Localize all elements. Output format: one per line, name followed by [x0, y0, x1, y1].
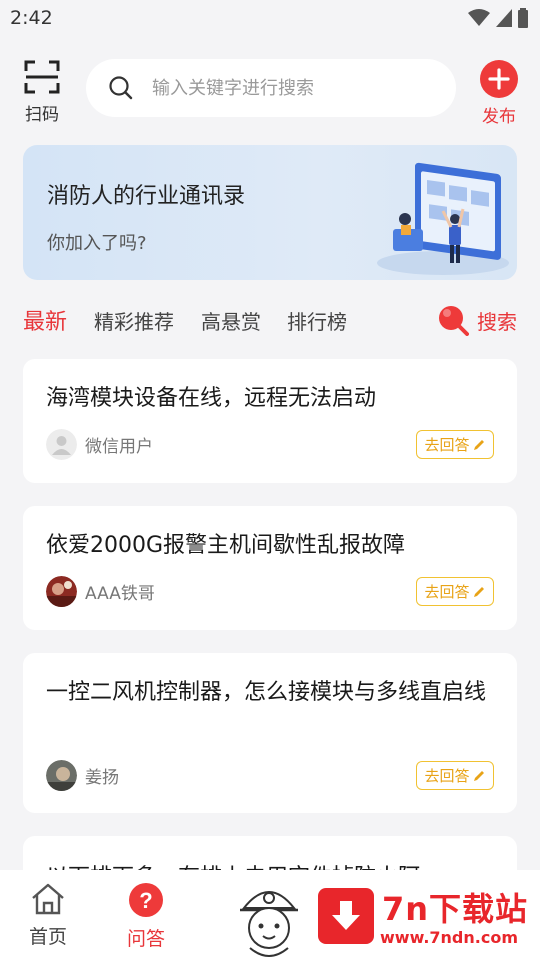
tab-high-reward[interactable]: 高悬赏: [201, 306, 261, 335]
question-author: AAA铁哥: [46, 576, 155, 607]
banner-illustration: [377, 162, 509, 275]
user-name: 微信用户: [85, 437, 153, 457]
nav-item-qa[interactable]: ? 问答: [116, 882, 176, 951]
pencil-icon: [473, 770, 484, 781]
status-time: 2:42: [10, 7, 53, 29]
scan-label: 扫码: [25, 105, 59, 125]
search-icon: [439, 306, 469, 336]
tab-search-label: 搜索: [477, 309, 517, 334]
question-card[interactable]: 海湾模块设备在线，远程无法启动 微信用户 去回答: [23, 359, 517, 483]
answer-button[interactable]: 去回答: [416, 577, 494, 606]
question-icon: ?: [129, 883, 163, 917]
scan-button[interactable]: 扫码: [20, 60, 64, 125]
answer-label: 去回答: [424, 767, 470, 785]
download-icon: [318, 888, 374, 944]
user-name: AAA铁哥: [85, 584, 155, 604]
watermark: 7n下载站 www.7ndn.com: [306, 878, 534, 954]
plus-icon: [480, 60, 518, 98]
header: 扫码 发布: [0, 52, 540, 127]
promo-banner[interactable]: 消防人的行业通讯录 你加入了吗?: [23, 145, 517, 280]
nav-item-home[interactable]: 首页: [18, 882, 78, 949]
home-icon: [32, 883, 64, 915]
avatar: [46, 576, 77, 607]
banner-title: 消防人的行业通讯录: [47, 184, 246, 209]
search-bar[interactable]: [86, 59, 456, 117]
question-author: 微信用户: [46, 429, 153, 460]
tab-search-button[interactable]: 搜索: [437, 304, 517, 336]
answer-label: 去回答: [424, 436, 470, 454]
nav-label-home: 首页: [28, 926, 67, 948]
answer-label: 去回答: [424, 583, 470, 601]
status-icons: [468, 8, 528, 28]
answer-button[interactable]: 去回答: [416, 761, 494, 790]
question-author: 姜扬: [46, 760, 119, 791]
user-name: 姜扬: [85, 768, 119, 788]
publish-button[interactable]: 发布: [478, 60, 520, 127]
wifi-icon: [468, 9, 490, 26]
question-card[interactable]: 依爱2000G报警主机间歇性乱报故障 AAA铁哥 去回答: [23, 506, 517, 630]
category-tabs: 最新 精彩推荐 高悬赏 排行榜 搜索: [23, 302, 517, 340]
watermark-url: www.7ndn.com: [380, 928, 518, 947]
signal-icon: [496, 9, 512, 27]
avatar: [46, 429, 77, 460]
status-bar: 2:42: [0, 0, 540, 36]
nav-label-qa: 问答: [126, 928, 165, 950]
search-input[interactable]: [152, 77, 432, 99]
scan-icon: [24, 60, 60, 94]
svg-text:?: ?: [139, 888, 152, 913]
avatar: [46, 760, 77, 791]
firefighter-mascot-icon: [240, 891, 298, 957]
question-title: 依爱2000G报警主机间歇性乱报故障: [46, 533, 406, 558]
tab-featured[interactable]: 精彩推荐: [94, 306, 174, 335]
watermark-title: 7n下载站: [382, 890, 529, 928]
tab-ranking[interactable]: 排行榜: [287, 306, 347, 335]
search-icon: [109, 76, 133, 100]
answer-button[interactable]: 去回答: [416, 430, 494, 459]
battery-icon: [518, 8, 528, 28]
question-title: 一控二风机控制器，怎么接模块与多线直启线: [46, 680, 487, 705]
banner-subtitle: 你加入了吗?: [47, 233, 147, 254]
pencil-icon: [473, 586, 484, 597]
question-card[interactable]: 一控二风机控制器，怎么接模块与多线直启线 姜扬 去回答: [23, 653, 517, 813]
publish-label: 发布: [482, 107, 516, 127]
tab-latest[interactable]: 最新: [23, 304, 67, 336]
pencil-icon: [473, 439, 484, 450]
question-title: 海湾模块设备在线，远程无法启动: [46, 386, 377, 411]
